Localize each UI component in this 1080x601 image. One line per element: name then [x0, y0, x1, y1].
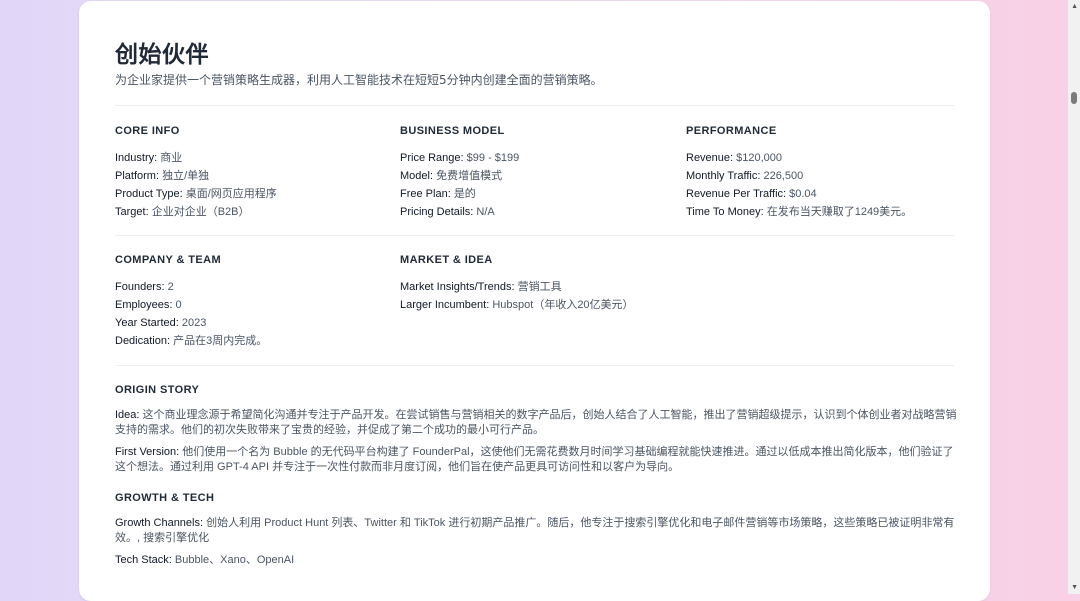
info-row: Monthly Traffic: 226,500 — [686, 167, 956, 185]
row-key: Industry: — [115, 152, 158, 164]
info-row: Larger Incumbent: Hubspot（年收入20亿美元） — [400, 296, 780, 314]
scrollbar-thumb[interactable] — [1071, 92, 1077, 104]
info-row: Model: 免费增值模式 — [400, 167, 680, 185]
info-row: Industry: 商业 — [115, 149, 395, 167]
info-row: Target: 企业对企业（B2B） — [115, 203, 395, 221]
row-key: Employees: — [115, 299, 173, 311]
divider — [115, 105, 954, 106]
row-key: Year Started: — [115, 317, 179, 329]
row-value: 独立/单独 — [162, 170, 210, 182]
tech-stack-paragraph: Tech Stack: Bubble、Xano、OpenAI — [115, 553, 957, 568]
row-key: Time To Money: — [686, 206, 764, 218]
row-key: Dedication: — [115, 335, 171, 347]
info-row: Year Started: 2023 — [115, 314, 395, 332]
info-row: Dedication: 产品在3周内完成。 — [115, 332, 395, 350]
business-model-section: BUSINESS MODEL Price Range: $99 - $199 M… — [400, 125, 680, 221]
info-row: Platform: 独立/单独 — [115, 167, 395, 185]
page-subtitle: 为企业家提供一个营销策略生成器，利用人工智能技术在短短5分钟内创建全面的营销策略… — [115, 73, 603, 87]
info-row: Revenue: $120,000 — [686, 149, 956, 167]
row-key: Pricing Details: — [400, 206, 474, 218]
idea-paragraph: Idea: 这个商业理念源于希望简化沟通并专注于产品开发。在尝试销售与营销相关的… — [115, 408, 957, 438]
row-value: 桌面/网页应用程序 — [185, 188, 277, 200]
company-team-section: COMPANY & TEAM Founders: 2 Employees: 0 … — [115, 254, 395, 350]
row-value: 在发布当天赚取了1249美元。 — [766, 206, 913, 218]
info-row: Market Insights/Trends: 营销工具 — [400, 278, 780, 296]
section-heading: MARKET & IDEA — [400, 254, 493, 266]
para-key: Tech Stack: — [115, 554, 172, 566]
row-key: Founders: — [115, 281, 165, 293]
row-key: Model: — [400, 170, 434, 182]
section-heading: PERFORMANCE — [686, 125, 777, 137]
section-heading: GROWTH & TECH — [115, 492, 215, 504]
origin-story-section: ORIGIN STORY Idea: 这个商业理念源于希望简化沟通并专注于产品开… — [115, 384, 957, 475]
row-value: 商业 — [160, 152, 183, 164]
scroll-down-arrow-icon[interactable]: ▼ — [1071, 584, 1078, 592]
row-value: $120,000 — [736, 152, 783, 164]
info-row: Employees: 0 — [115, 296, 395, 314]
row-key: Revenue: — [686, 152, 734, 164]
row-key: Monthly Traffic: — [686, 170, 761, 182]
para-key: First Version: — [115, 446, 180, 458]
row-key: Revenue Per Traffic: — [686, 188, 787, 200]
row-value: 产品在3周内完成。 — [173, 335, 268, 347]
row-value: 企业对企业（B2B） — [151, 206, 250, 218]
info-row: Product Type: 桌面/网页应用程序 — [115, 185, 395, 203]
section-heading: CORE INFO — [115, 125, 180, 137]
row-value: 营销工具 — [517, 281, 562, 293]
growth-tech-section: GROWTH & TECH Growth Channels: 创始人利用 Pro… — [115, 492, 957, 568]
first-version-paragraph: First Version: 他们使用一个名为 Bubble 的无代码平台构建了… — [115, 445, 957, 475]
performance-section: PERFORMANCE Revenue: $120,000 Monthly Tr… — [686, 125, 956, 221]
info-row: Founders: 2 — [115, 278, 395, 296]
info-row: Free Plan: 是的 — [400, 185, 680, 203]
row-value: 是的 — [453, 188, 476, 200]
row-value: N/A — [476, 206, 495, 218]
para-value: 这个商业理念源于希望简化沟通并专注于产品开发。在尝试销售与营销相关的数字产品后，… — [115, 409, 957, 436]
row-value: Hubspot（年收入20亿美元） — [492, 299, 634, 311]
vertical-scrollbar[interactable]: ▲ ▼ — [1068, 0, 1080, 594]
row-value: 226,500 — [763, 170, 804, 182]
row-key: Free Plan: — [400, 188, 451, 200]
row-key: Product Type: — [115, 188, 183, 200]
para-value: Bubble、Xano、OpenAI — [174, 554, 295, 566]
row-key: Platform: — [115, 170, 160, 182]
para-value: 创始人利用 Product Hunt 列表、Twitter 和 TikTok 进… — [115, 517, 955, 544]
para-key: Growth Channels: — [115, 517, 204, 529]
divider — [115, 365, 954, 366]
row-value: 免费增值模式 — [436, 170, 503, 182]
row-value: 2 — [167, 281, 174, 293]
row-value: $99 - $199 — [466, 152, 520, 164]
section-heading: ORIGIN STORY — [115, 384, 200, 396]
para-value: 他们使用一个名为 Bubble 的无代码平台构建了 FounderPal，这使他… — [115, 446, 954, 473]
row-value: 0 — [175, 299, 182, 311]
info-row: Price Range: $99 - $199 — [400, 149, 680, 167]
market-idea-section: MARKET & IDEA Market Insights/Trends: 营销… — [400, 254, 780, 314]
info-row: Time To Money: 在发布当天赚取了1249美元。 — [686, 203, 956, 221]
startup-detail-card: 创始伙伴 为企业家提供一个营销策略生成器，利用人工智能技术在短短5分钟内创建全面… — [79, 1, 990, 601]
info-row: Revenue Per Traffic: $0.04 — [686, 185, 956, 203]
page-title: 创始伙伴 — [115, 42, 209, 68]
core-info-section: CORE INFO Industry: 商业 Platform: 独立/单独 P… — [115, 125, 395, 221]
scroll-up-arrow-icon[interactable]: ▲ — [1071, 3, 1078, 11]
para-key: Idea: — [115, 409, 140, 421]
section-heading: BUSINESS MODEL — [400, 125, 505, 137]
growth-channels-paragraph: Growth Channels: 创始人利用 Product Hunt 列表、T… — [115, 516, 957, 546]
section-heading: COMPANY & TEAM — [115, 254, 222, 266]
row-value: $0.04 — [789, 188, 817, 200]
row-key: Price Range: — [400, 152, 464, 164]
row-value: 2023 — [181, 317, 207, 329]
info-row: Pricing Details: N/A — [400, 203, 680, 221]
row-key: Target: — [115, 206, 149, 218]
divider — [115, 235, 954, 236]
row-key: Larger Incumbent: — [400, 299, 490, 311]
row-key: Market Insights/Trends: — [400, 281, 515, 293]
